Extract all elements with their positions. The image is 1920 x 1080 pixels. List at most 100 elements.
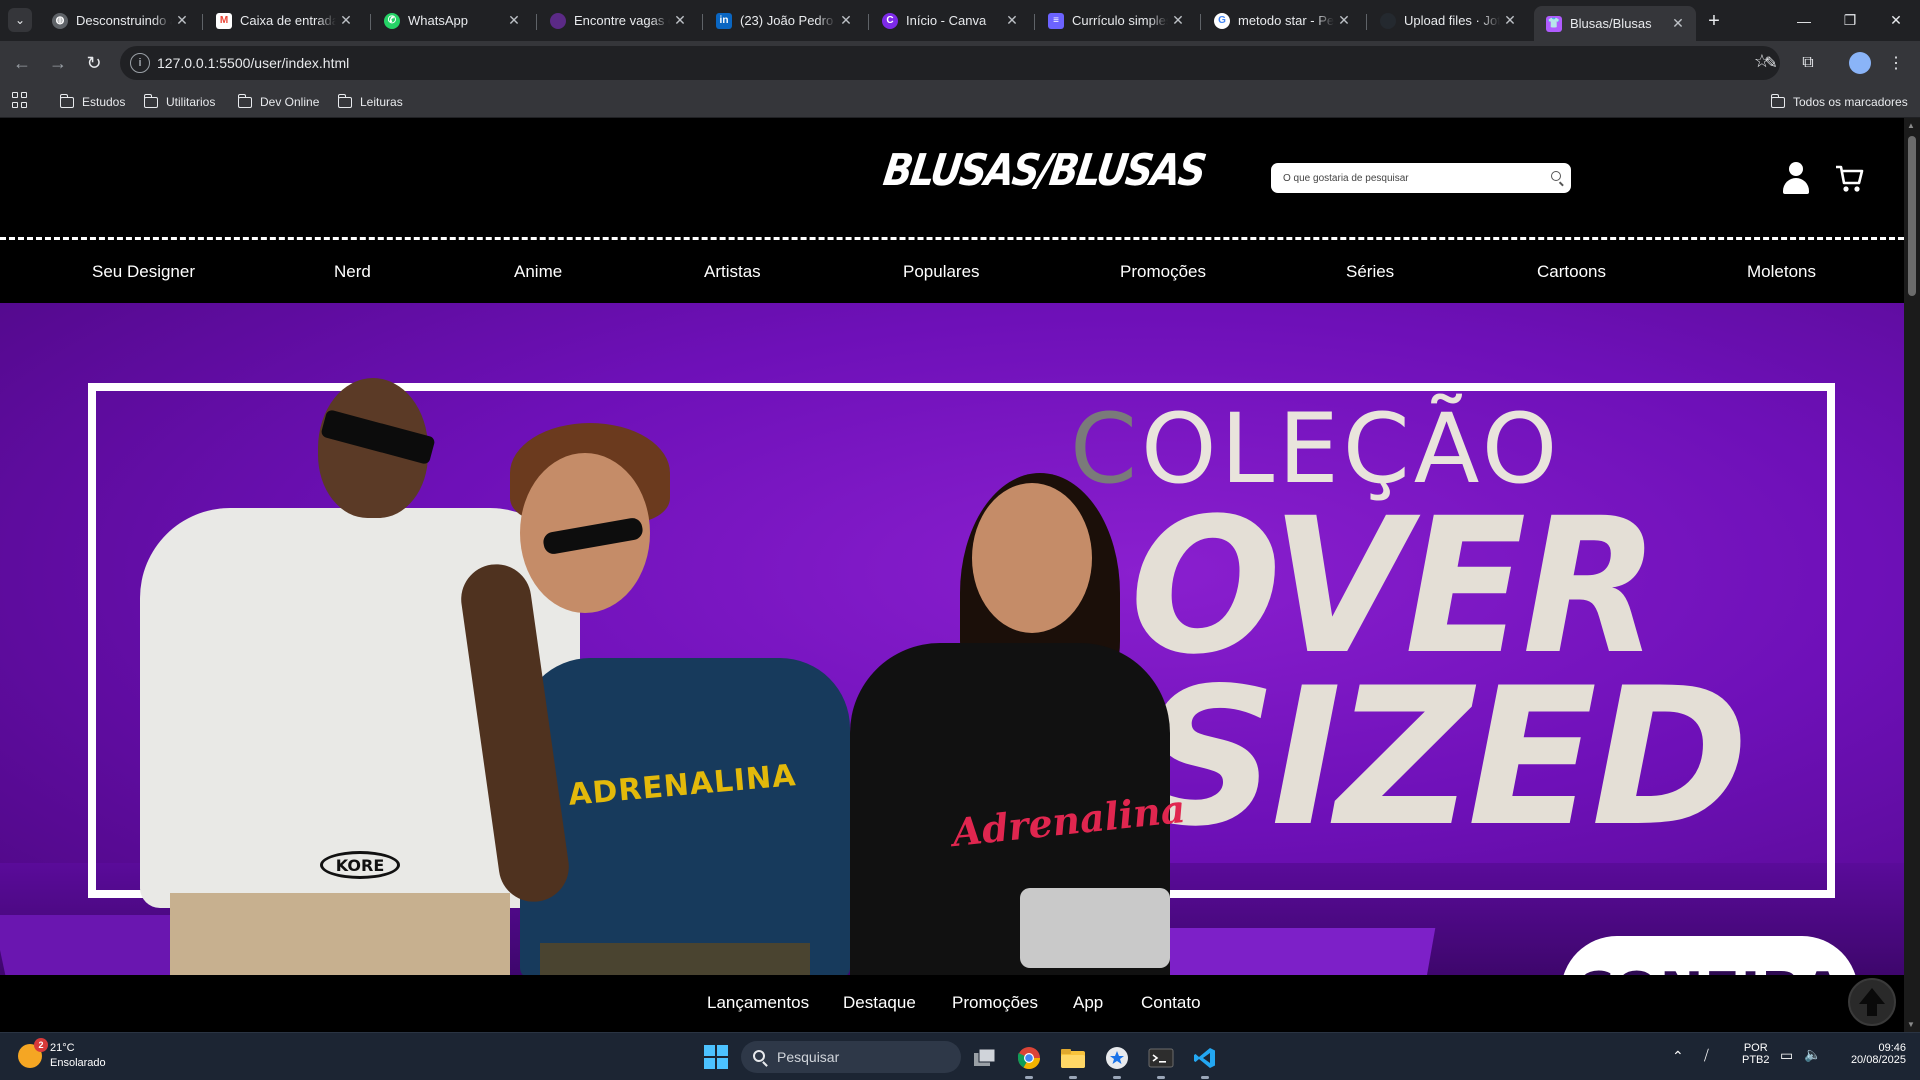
category-nav: Seu Designer Nerd Anime Artistas Popular…	[0, 240, 1904, 306]
category-populares[interactable]: Populares	[903, 262, 980, 282]
user-account-icon[interactable]	[1782, 162, 1810, 196]
close-window-icon[interactable]: ✕	[1873, 0, 1919, 41]
category-promocoes[interactable]: Promoções	[1120, 262, 1206, 282]
shopping-cart-icon[interactable]	[1834, 162, 1864, 194]
eyedropper-icon[interactable]: ✎	[1759, 51, 1783, 75]
profile-avatar-icon[interactable]	[1848, 51, 1872, 75]
language-indicator[interactable]: POR PTB2	[1742, 1042, 1770, 1066]
display-icon[interactable]: ▭	[1780, 1047, 1793, 1064]
windows-start-icon[interactable]	[704, 1045, 728, 1069]
bookmark-folder-estudos[interactable]: Estudos	[59, 92, 125, 112]
weather-widget[interactable]: 2 21°C Ensolarado	[18, 1038, 106, 1071]
scroll-up-icon[interactable]: ▲	[1907, 121, 1915, 130]
new-tab-icon[interactable]: +	[1700, 9, 1728, 33]
bookmark-folder-dev-online[interactable]: Dev Online	[237, 92, 319, 112]
close-tab-icon[interactable]: ✕	[1668, 14, 1688, 34]
chrome-icon[interactable]	[1012, 1041, 1046, 1079]
category-nerd[interactable]: Nerd	[334, 262, 371, 282]
show-hidden-icons-chevron-icon[interactable]: ⌃	[1672, 1048, 1684, 1065]
category-series[interactable]: Séries	[1346, 262, 1394, 282]
extensions-icon[interactable]: ⧉	[1796, 51, 1820, 75]
vscode-icon[interactable]	[1188, 1041, 1222, 1079]
restore-icon[interactable]: ❐	[1827, 0, 1873, 41]
page-scrollbar[interactable]: ▲ ▼	[1904, 118, 1920, 1032]
category-anime[interactable]: Anime	[514, 262, 562, 282]
terminal-icon[interactable]	[1144, 1041, 1178, 1079]
tab-desconstruindo[interactable]: ◍ Desconstruindo a ✕	[40, 6, 200, 35]
bookmark-label: Utilitarios	[166, 95, 216, 109]
reload-icon[interactable]: ↻	[80, 49, 108, 77]
app-store-icon[interactable]	[1100, 1041, 1134, 1079]
site-logo[interactable]: BLUSAS/BLUSAS	[880, 145, 1207, 196]
confira-button[interactable]: CONFIRA	[1561, 936, 1858, 975]
category-cartoons[interactable]: Cartoons	[1537, 262, 1606, 282]
close-tab-icon[interactable]: ✕	[670, 11, 690, 31]
url-text[interactable]: 127.0.0.1:5500/user/index.html	[157, 55, 349, 71]
close-tab-icon[interactable]: ✕	[1002, 11, 1022, 31]
file-explorer-icon[interactable]	[1056, 1041, 1090, 1079]
close-tab-icon[interactable]: ✕	[504, 11, 524, 31]
model-shorts	[1020, 888, 1170, 968]
banner-title-sized: SIZED	[1140, 647, 1749, 868]
tab-blusas-active[interactable]: 👕 Blusas/Blusas ✕	[1534, 6, 1696, 41]
site-info-icon[interactable]: i	[130, 53, 150, 73]
tab-metodo-star[interactable]: G metodo star - Pes ✕	[1202, 6, 1362, 35]
menu-kebab-icon[interactable]: ⋮	[1884, 51, 1908, 75]
clock-time: 09:46	[1878, 1042, 1906, 1054]
category-moletons[interactable]: Moletons	[1747, 262, 1816, 282]
footer-link-app[interactable]: App	[1073, 993, 1103, 1013]
footer-link-contato[interactable]: Contato	[1141, 993, 1201, 1013]
category-artistas[interactable]: Artistas	[704, 262, 761, 282]
bookmark-label: Todos os marcadores	[1793, 95, 1908, 109]
language-secondary: PTB2	[1742, 1054, 1770, 1066]
site-header: BLUSAS/BLUSAS	[0, 118, 1904, 237]
apps-grid-icon[interactable]	[12, 92, 28, 108]
tab-gmail[interactable]: M Caixa de entrada ✕	[204, 6, 364, 35]
bookmark-label: Leituras	[360, 95, 403, 109]
scrollbar-thumb[interactable]	[1908, 136, 1916, 296]
tab-title: (23) João Pedro d	[740, 13, 836, 28]
tab-upload-files[interactable]: Upload files · Jota ✕	[1368, 6, 1528, 35]
footer-link-destaque[interactable]: Destaque	[843, 993, 916, 1013]
close-tab-icon[interactable]: ✕	[1500, 11, 1520, 31]
hero-banner[interactable]: COLEÇÃO OVER SIZED KORE Adrenalina ADREN…	[0, 303, 1904, 975]
tab-search-dropdown-icon[interactable]: ⌄	[8, 8, 32, 32]
model-blue-shirt	[520, 658, 850, 975]
close-tab-icon[interactable]: ✕	[1334, 11, 1354, 31]
footer-link-lancamentos[interactable]: Lançamentos	[707, 993, 809, 1013]
close-tab-icon[interactable]: ✕	[336, 11, 356, 31]
bookmark-folder-utilitarios[interactable]: Utilitarios	[143, 92, 216, 112]
search-icon[interactable]	[1551, 171, 1561, 181]
tab-vagas[interactable]: Encontre vagas de ✕	[538, 6, 698, 35]
taskbar-search[interactable]: Pesquisar	[741, 1041, 961, 1073]
sun-icon: 2	[18, 1038, 48, 1068]
task-view-icon[interactable]	[968, 1041, 1002, 1075]
close-tab-icon[interactable]: ✕	[1168, 11, 1188, 31]
network-icon[interactable]: ⧸	[1704, 1047, 1709, 1064]
site-search[interactable]	[1271, 163, 1571, 193]
scroll-down-icon[interactable]: ▼	[1907, 1020, 1915, 1029]
volume-icon[interactable]: 🔈	[1804, 1046, 1821, 1063]
close-tab-icon[interactable]: ✕	[172, 11, 192, 31]
tab-curriculo[interactable]: ≡ Currículo simples ✕	[1036, 6, 1196, 35]
purple-circle-icon	[550, 12, 566, 29]
bookmark-folder-leituras[interactable]: Leituras	[337, 92, 403, 112]
all-bookmarks-folder[interactable]: Todos os marcadores	[1770, 92, 1908, 112]
category-seu-designer[interactable]: Seu Designer	[92, 262, 195, 282]
folder-icon	[143, 93, 158, 108]
back-to-top-button[interactable]	[1848, 978, 1896, 1026]
tab-title: WhatsApp	[408, 13, 468, 28]
tab-title: Início - Canva	[906, 13, 987, 28]
address-bar[interactable]: i 127.0.0.1:5500/user/index.html ☆	[120, 46, 1780, 80]
forward-icon[interactable]: →	[44, 49, 72, 77]
minimize-icon[interactable]: —	[1781, 0, 1827, 41]
clock[interactable]: 09:46 20/08/2025	[1836, 1042, 1906, 1066]
tab-whatsapp[interactable]: ✆ WhatsApp ✕	[372, 6, 532, 35]
back-icon[interactable]: ←	[8, 49, 36, 77]
close-tab-icon[interactable]: ✕	[836, 11, 856, 31]
tab-canva[interactable]: C Início - Canva ✕	[870, 6, 1030, 35]
footer-link-promocoes[interactable]: Promoções	[952, 993, 1038, 1013]
tab-linkedin[interactable]: in (23) João Pedro d ✕	[704, 6, 864, 35]
arrow-up-icon	[1859, 988, 1885, 1016]
search-input[interactable]	[1283, 169, 1533, 187]
